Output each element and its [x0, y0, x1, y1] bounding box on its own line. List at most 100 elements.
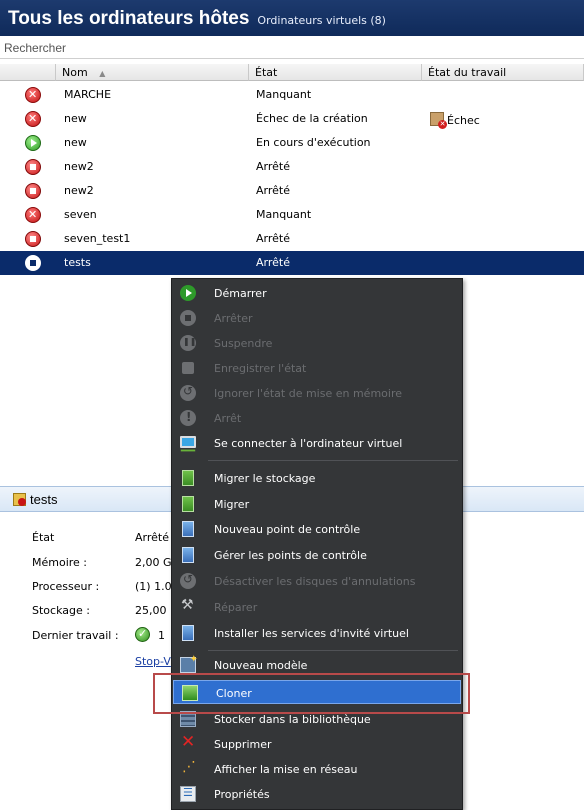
error-icon — [25, 207, 41, 223]
repair-icon — [180, 597, 196, 615]
details-storage-value: 25,00 — [135, 604, 167, 617]
vm-name: new2 — [64, 184, 94, 197]
migrate-icon — [182, 496, 194, 512]
menu-item-label: Arrêter — [214, 312, 253, 325]
new-template-icon — [180, 654, 198, 673]
menu-item-manage-checkpoints[interactable]: Gérer les points de contrôle — [172, 543, 462, 567]
details-last-job-value: 1 — [158, 629, 165, 642]
stopped-icon — [25, 159, 41, 175]
menu-item-show-networking[interactable]: Afficher la mise en réseau — [172, 757, 462, 781]
menu-item-store-in-library[interactable]: Stocker dans la bibliothèque — [172, 707, 462, 731]
menu-item-discard-state[interactable]: Ignorer l'état de mise en mémoire — [172, 381, 462, 405]
menu-item-label: Afficher la mise en réseau — [214, 763, 358, 776]
menu-item-connect[interactable]: Se connecter à l'ordinateur virtuel — [172, 431, 462, 455]
menu-item-label: Suspendre — [214, 337, 273, 350]
menu-item-migrate[interactable]: Migrer — [172, 492, 462, 516]
column-header-job-state-label: État du travail — [428, 66, 507, 79]
error-icon — [25, 87, 41, 103]
menu-item-label: Cloner — [216, 687, 252, 700]
vm-stopped-icon — [13, 493, 26, 506]
job-state-label: Échec — [447, 114, 480, 127]
menu-item-new-template[interactable]: Nouveau modèle — [172, 653, 462, 677]
vm-name: new — [64, 136, 87, 149]
menu-item-label: Désactiver les disques d'annulations — [214, 575, 416, 588]
last-job-link[interactable]: Stop-V — [135, 655, 171, 668]
menu-item-label: Stocker dans la bibliothèque — [214, 713, 371, 726]
view-header: Tous les ordinateurs hôtes Ordinateurs v… — [0, 0, 584, 36]
discard-state-icon — [180, 384, 196, 401]
menu-item-repair[interactable]: Réparer — [172, 595, 462, 619]
pause-icon — [180, 335, 196, 351]
library-icon — [180, 711, 196, 727]
column-header-job-state[interactable]: État du travail — [422, 64, 584, 81]
disable-undo-disks-icon — [180, 572, 196, 589]
menu-item-label: Arrêt — [214, 412, 242, 425]
vm-state: Arrêté — [256, 184, 290, 197]
table-row[interactable]: new Échec de la création Échec — [0, 107, 584, 131]
vm-name: new2 — [64, 160, 94, 173]
menu-item-start[interactable]: Démarrer — [172, 281, 462, 305]
menu-item-shutdown[interactable]: Arrêt — [172, 406, 462, 430]
running-icon — [25, 135, 41, 151]
menu-item-save-state[interactable]: Enregistrer l'état — [172, 356, 462, 380]
column-header-state[interactable]: État — [249, 64, 422, 81]
menu-item-label: Gérer les points de contrôle — [214, 549, 367, 562]
menu-item-label: Migrer — [214, 498, 250, 511]
details-storage-label: Stockage : — [32, 604, 90, 617]
search-bar — [0, 37, 584, 59]
menu-item-stop[interactable]: Arrêter — [172, 306, 462, 330]
menu-item-clone[interactable]: Cloner — [173, 680, 461, 704]
menu-item-pause[interactable]: Suspendre — [172, 331, 462, 355]
menu-item-new-checkpoint[interactable]: Nouveau point de contrôle — [172, 517, 462, 541]
table-row-selected[interactable]: tests Arrêté — [0, 251, 584, 275]
details-state-value: Arrêté — [135, 531, 169, 544]
clone-icon — [182, 685, 198, 701]
job-state: Échec — [430, 112, 480, 129]
vm-name: seven — [64, 208, 97, 221]
table-row[interactable]: new En cours d'exécution — [0, 131, 584, 155]
stopped-icon — [25, 183, 41, 199]
install-guest-services-icon — [182, 625, 194, 641]
delete-icon — [180, 732, 196, 752]
error-icon — [25, 111, 41, 127]
menu-item-label: Réparer — [214, 601, 258, 614]
network-icon — [180, 759, 196, 777]
column-header-name[interactable]: Nom ▲ — [56, 64, 249, 81]
menu-item-disable-undo-disks[interactable]: Désactiver les disques d'annulations — [172, 569, 462, 593]
save-state-icon — [182, 362, 194, 374]
page-title: Tous les ordinateurs hôtes — [8, 8, 250, 29]
vm-state: Arrêté — [256, 160, 290, 173]
column-header-name-label: Nom — [62, 66, 88, 79]
menu-separator — [208, 650, 458, 651]
menu-item-label: Nouveau point de contrôle — [214, 523, 361, 536]
stopped-icon — [25, 255, 41, 271]
menu-item-label: Supprimer — [214, 738, 272, 751]
menu-item-delete[interactable]: Supprimer — [172, 732, 462, 756]
details-state-label: État — [32, 531, 55, 544]
table-row[interactable]: seven Manquant — [0, 203, 584, 227]
menu-item-install-guest-services[interactable]: Installer les services d'invité virtuel — [172, 621, 462, 645]
table-row[interactable]: MARCHE Manquant — [0, 83, 584, 107]
migrate-storage-icon — [182, 470, 194, 486]
details-memory-value: 2,00 G — [135, 556, 172, 569]
stop-icon — [180, 310, 196, 326]
menu-item-label: Démarrer — [214, 287, 267, 300]
details-processor-label: Processeur : — [32, 580, 100, 593]
table-row[interactable]: seven_test1 Arrêté — [0, 227, 584, 251]
search-input[interactable] — [0, 37, 584, 58]
new-checkpoint-icon — [182, 521, 194, 537]
menu-item-properties[interactable]: Propriétés — [172, 782, 462, 806]
success-icon — [135, 627, 150, 642]
context-menu: Démarrer Arrêter Suspendre Enregistrer l… — [171, 278, 463, 810]
table-row[interactable]: new2 Arrêté — [0, 179, 584, 203]
menu-item-migrate-storage[interactable]: Migrer le stockage — [172, 466, 462, 490]
column-header-status[interactable] — [0, 64, 56, 81]
vm-name: tests — [64, 256, 91, 269]
details-processor-value: (1) 1.0 — [135, 580, 172, 593]
table-row[interactable]: new2 Arrêté — [0, 155, 584, 179]
vm-state: Échec de la création — [256, 112, 368, 125]
stopped-icon — [25, 231, 41, 247]
details-last-job-label: Dernier travail : — [32, 629, 119, 642]
manage-checkpoints-icon — [182, 547, 194, 563]
start-icon — [180, 285, 196, 301]
